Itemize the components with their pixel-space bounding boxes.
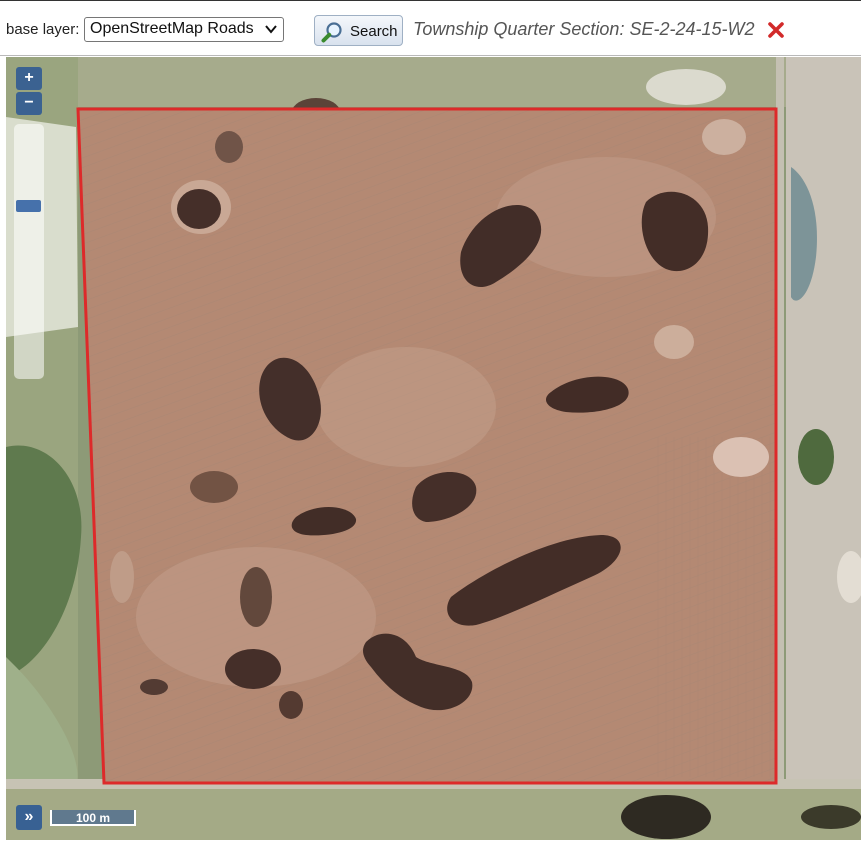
toolbar: base layer: OpenStreetMap Roads Search T… [0, 0, 861, 56]
zoom-out-button[interactable]: − [16, 92, 42, 115]
base-layer-label: base layer: [6, 21, 80, 38]
base-layer-select[interactable]: OpenStreetMap Roads [84, 17, 284, 42]
search-button-label: Search [350, 23, 398, 40]
magnifier-icon [321, 22, 342, 43]
map-view[interactable]: + − » 100 m [6, 57, 861, 840]
layer-switcher-button[interactable]: » [16, 805, 42, 830]
quarter-section-boundary [76, 107, 778, 785]
scale-bar: 100 m [50, 810, 136, 826]
chevron-down-icon [265, 25, 277, 34]
satellite-imagery [6, 57, 861, 840]
zoom-slider-track[interactable] [14, 124, 44, 379]
section-title: Township Quarter Section: SE-2-24-15-W2 [413, 19, 755, 39]
zoom-slider-handle[interactable] [16, 200, 41, 212]
search-button[interactable]: Search [314, 15, 403, 46]
zoom-in-button[interactable]: + [16, 67, 42, 90]
base-layer-value: OpenStreetMap Roads [90, 20, 254, 37]
close-icon[interactable] [767, 21, 785, 39]
